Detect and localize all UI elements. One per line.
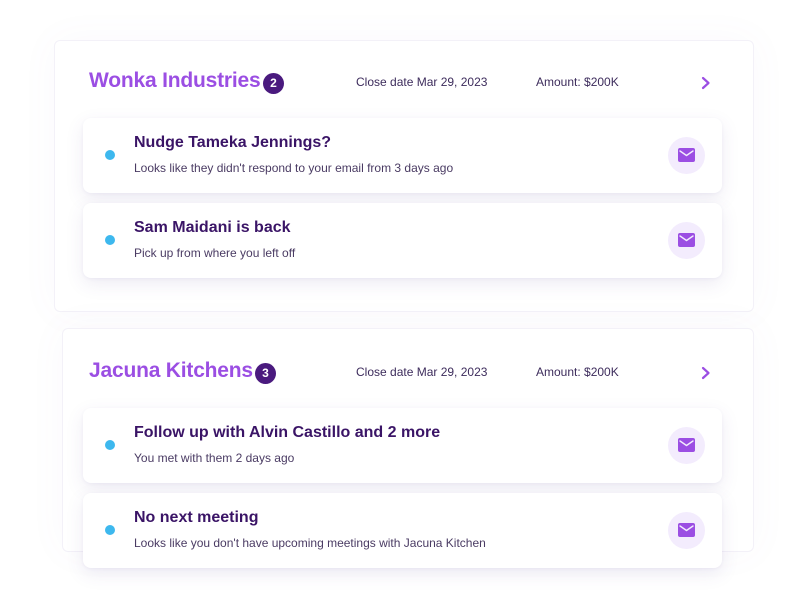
company-name[interactable]: Jacuna Kitchens (89, 359, 253, 383)
status-dot (105, 150, 115, 160)
company-name[interactable]: Wonka Industries (89, 69, 261, 93)
task-title: Follow up with Alvin Castillo and 2 more (134, 424, 441, 441)
task-card[interactable]: Nudge Tameka Jennings? Looks like they d… (83, 118, 722, 193)
task-title: No next meeting (134, 509, 259, 526)
deal-feed: Wonka Industries 2 Close date Mar 29, 20… (0, 0, 803, 609)
email-button[interactable] (668, 512, 705, 549)
deal-amount: Amount: $200K (536, 75, 619, 89)
task-title: Nudge Tameka Jennings? (134, 134, 332, 151)
status-dot (105, 235, 115, 245)
task-card[interactable]: No next meeting Looks like you don't hav… (83, 493, 722, 568)
task-title: Sam Maidani is back (134, 219, 291, 236)
task-subtitle: Looks like they didn't respond to your e… (134, 161, 454, 175)
deal-header: Jacuna Kitchens 3 Close date Mar 29, 202… (0, 353, 803, 393)
close-date: Close date Mar 29, 2023 (356, 365, 488, 379)
task-subtitle: You met with them 2 days ago (134, 451, 295, 465)
chevron-right-icon[interactable] (699, 75, 713, 91)
status-dot (105, 525, 115, 535)
task-card[interactable]: Sam Maidani is back Pick up from where y… (83, 203, 722, 278)
deal-amount: Amount: $200K (536, 365, 619, 379)
task-subtitle: Looks like you don't have upcoming meeti… (134, 536, 486, 550)
status-dot (105, 440, 115, 450)
task-count-badge: 3 (255, 363, 276, 384)
mail-icon (678, 438, 695, 452)
task-card[interactable]: Follow up with Alvin Castillo and 2 more… (83, 408, 722, 483)
mail-icon (678, 148, 695, 162)
email-button[interactable] (668, 222, 705, 259)
task-count-badge: 2 (263, 73, 284, 94)
mail-icon (678, 523, 695, 537)
task-subtitle: Pick up from where you left off (134, 246, 296, 260)
mail-icon (678, 233, 695, 247)
close-date: Close date Mar 29, 2023 (356, 75, 488, 89)
chevron-right-icon[interactable] (699, 365, 713, 381)
email-button[interactable] (668, 427, 705, 464)
deal-header: Wonka Industries 2 Close date Mar 29, 20… (0, 63, 803, 103)
email-button[interactable] (668, 137, 705, 174)
